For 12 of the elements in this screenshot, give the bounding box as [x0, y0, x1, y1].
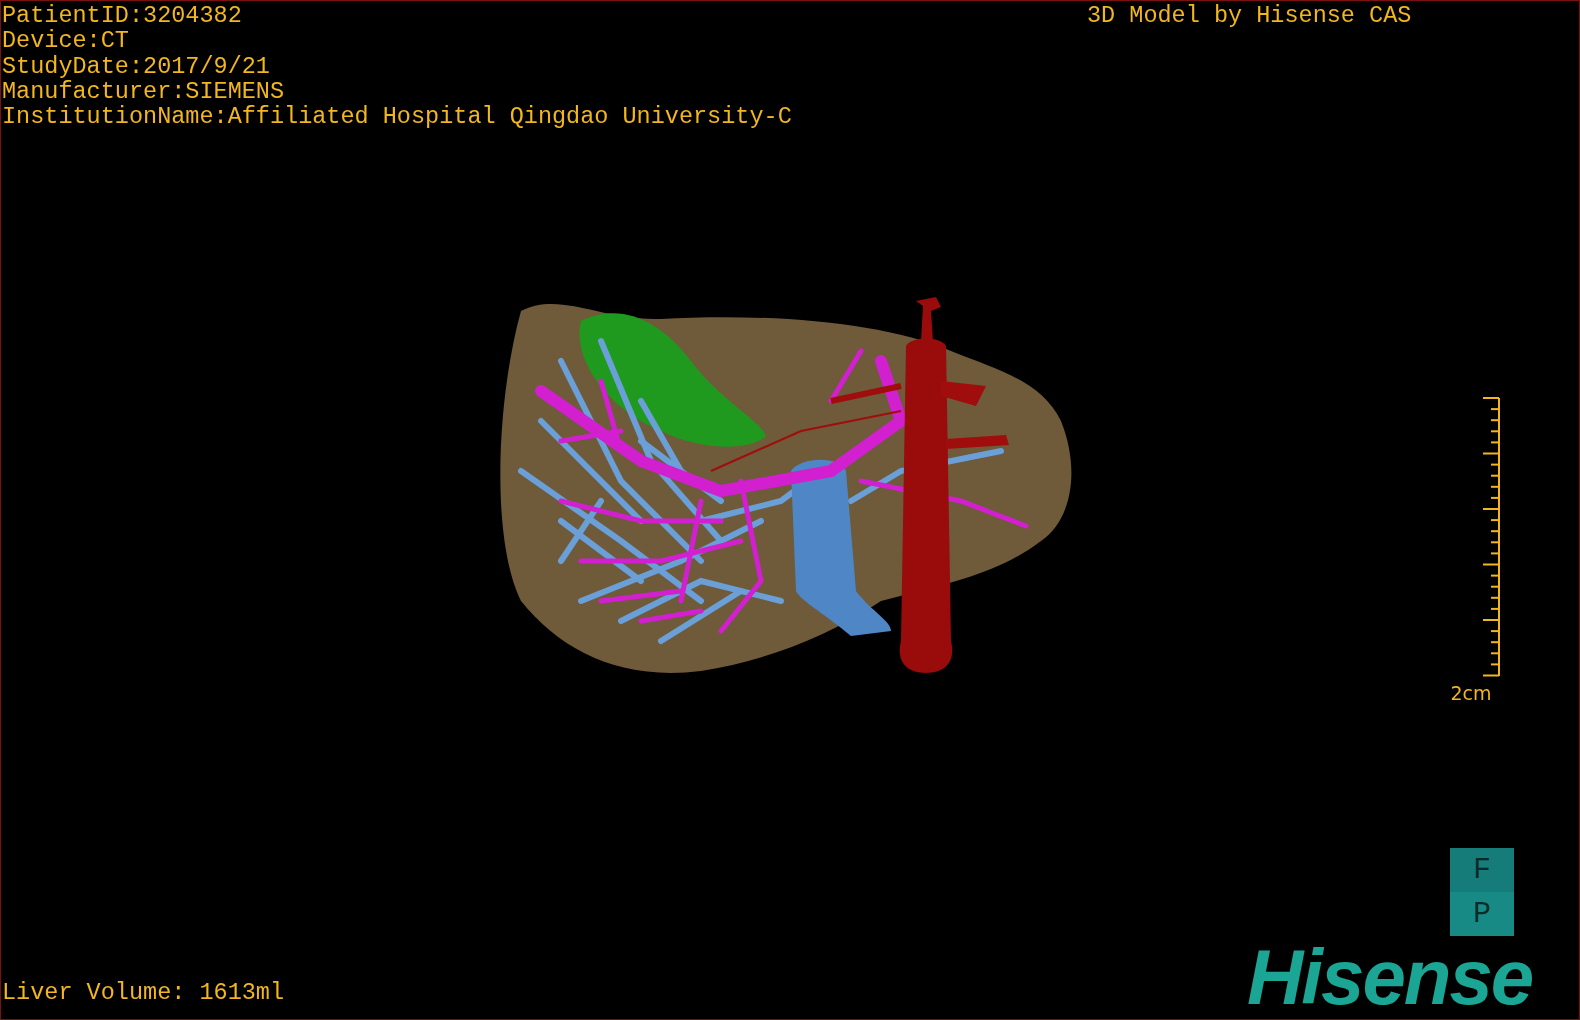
orientation-cube-face: F [1450, 848, 1514, 892]
liver-volume-text: Liver Volume: 1613ml [2, 980, 285, 1005]
orientation-cube-face: P [1450, 892, 1514, 936]
study-info-text: Manufacturer:SIEMENS [2, 78, 286, 105]
study-info-text: StudyDate:2017/9/21 [2, 53, 271, 79]
study-info-text: Device:CT [2, 28, 130, 54]
brand-logo: Hisense [1247, 937, 1533, 1017]
scale-bar-icon [1481, 396, 1501, 678]
scale-label: 2cm [1450, 682, 1492, 704]
study-info-text: PatientID:3204382 [2, 3, 243, 29]
study-info-text: InstitutionName:Affiliated Hospital Qingdao University-C [2, 104, 792, 130]
model-credit-text: 3D Model by Hisense CAS [1087, 3, 1412, 29]
